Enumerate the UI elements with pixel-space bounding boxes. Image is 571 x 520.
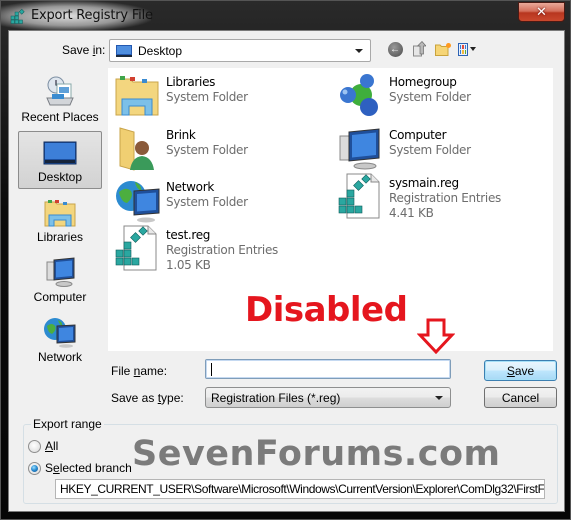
file-size: 4.41 KB <box>389 206 434 220</box>
export-all-label: All <box>45 439 59 453</box>
network-icon <box>44 318 76 348</box>
selected-branch-label: Selected branch <box>45 461 132 475</box>
file-name: Computer <box>389 128 447 142</box>
file-type: Registration Entries <box>389 191 501 205</box>
recent-places-icon <box>46 76 74 106</box>
cancel-button[interactable]: Cancel <box>484 387 557 408</box>
file-item[interactable]: Network System Folder <box>114 176 248 224</box>
computer-icon <box>46 257 75 287</box>
back-icon: ← <box>387 41 403 57</box>
export-all-radio[interactable]: All <box>28 439 58 453</box>
file-name-input[interactable] <box>205 359 451 379</box>
save-in-value: Desktop <box>138 43 183 58</box>
desktop-icon <box>116 44 132 57</box>
radio-indicator <box>28 461 41 475</box>
back-button[interactable]: ← <box>386 40 404 58</box>
file-name: Brink <box>166 128 196 142</box>
file-size: 1.05 KB <box>166 258 211 272</box>
desktop-icon <box>43 141 77 165</box>
file-type: Registration Entries <box>166 243 278 257</box>
selected-branch-path-input[interactable]: HKEY_CURRENT_USER\Software\Microsoft\Win… <box>55 479 545 499</box>
dialog-window: Export Registry File ✕ Save in: Desktop … <box>0 0 571 520</box>
navigation-toolbar: ← <box>386 40 476 58</box>
place-label: Network <box>37 350 82 364</box>
window-title: Export Registry File <box>31 8 153 23</box>
network-icon <box>116 181 160 223</box>
file-type: System Folder <box>166 90 248 104</box>
save-in-dropdown[interactable]: Desktop <box>109 39 371 62</box>
place-label: Computer <box>33 290 87 304</box>
place-desktop[interactable]: Desktop <box>18 131 102 189</box>
disabled-annotation: Disabled <box>245 290 408 330</box>
file-item[interactable]: Computer System Folder <box>337 124 471 172</box>
file-type: System Folder <box>166 143 248 157</box>
place-network[interactable]: Network <box>18 312 102 370</box>
file-name: Libraries <box>166 75 216 89</box>
file-name-label: File name: <box>111 364 168 378</box>
computer-icon <box>339 128 380 170</box>
close-icon: ✕ <box>536 4 547 19</box>
file-type: System Folder <box>389 143 471 157</box>
file-item[interactable]: Homegroup System Folder <box>337 71 471 119</box>
save-in-label: Save in: <box>62 43 106 57</box>
file-item[interactable]: test.reg Registration Entries 1.05 KB <box>114 224 278 273</box>
file-name: test.reg <box>166 228 211 242</box>
dialog-client-area: Save in: Desktop ← Recent Places Desktop… <box>8 30 565 512</box>
chevron-down-icon <box>470 47 476 51</box>
chevron-down-icon <box>355 48 363 53</box>
user-folder-icon <box>119 127 154 171</box>
save-as-type-dropdown[interactable]: Registration Files (*.reg) <box>205 387 451 408</box>
place-label: Desktop <box>37 170 83 184</box>
save-as-type-value: Registration Files (*.reg) <box>211 390 341 405</box>
save-as-type-label: Save as type: <box>111 391 184 405</box>
place-libraries[interactable]: Libraries <box>18 192 102 250</box>
radio-indicator <box>28 439 41 453</box>
selected-branch-radio[interactable]: Selected branch <box>28 461 132 475</box>
save-button[interactable]: Save <box>484 360 557 381</box>
libraries-icon <box>44 200 76 227</box>
file-name: Homegroup <box>389 75 457 89</box>
new-folder-icon <box>434 43 451 56</box>
registry-app-icon <box>10 8 25 24</box>
view-menu-icon <box>458 42 468 56</box>
views-menu-button[interactable] <box>458 40 476 58</box>
place-recent-places[interactable]: Recent Places <box>18 72 102 130</box>
file-type: System Folder <box>389 90 471 104</box>
places-bar: Recent Places Desktop Libraries Computer… <box>15 68 104 403</box>
arrow-down-icon <box>417 318 455 354</box>
place-computer[interactable]: Computer <box>18 252 102 310</box>
file-type: System Folder <box>166 195 248 209</box>
file-name: sysmain.reg <box>389 176 459 190</box>
libraries-icon <box>115 76 159 116</box>
export-range-legend: Export range <box>31 417 104 431</box>
homegroup-icon <box>340 74 378 116</box>
text-cursor <box>211 363 212 376</box>
file-item[interactable]: Brink System Folder <box>114 124 248 172</box>
chevron-down-icon <box>435 395 443 400</box>
place-label: Libraries <box>36 230 84 244</box>
registry-file-icon <box>338 173 380 219</box>
file-list[interactable]: Libraries System Folder Homegroup System… <box>108 68 553 354</box>
up-folder-icon <box>412 41 426 57</box>
file-item[interactable]: sysmain.reg Registration Entries 4.41 KB <box>337 172 501 221</box>
new-folder-button[interactable] <box>434 40 452 58</box>
place-label: Recent Places <box>21 110 99 124</box>
file-name: Network <box>166 180 215 194</box>
up-one-level-button[interactable] <box>410 40 428 58</box>
title-bar[interactable]: Export Registry File ✕ <box>1 1 571 31</box>
close-button[interactable]: ✕ <box>518 2 565 22</box>
file-item[interactable]: Libraries System Folder <box>114 71 248 119</box>
registry-file-icon <box>115 225 157 271</box>
